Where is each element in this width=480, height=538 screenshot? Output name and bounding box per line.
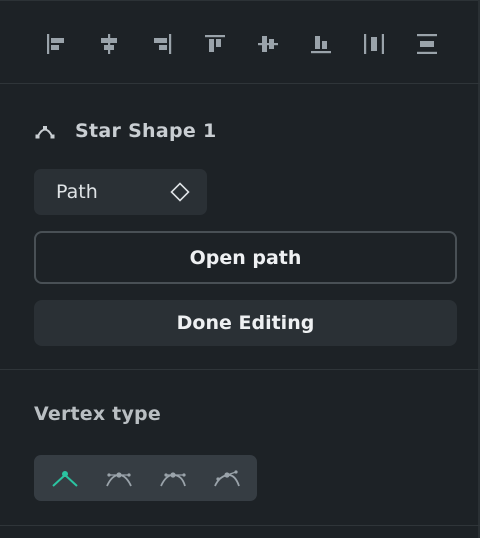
- vertex-disconnected-button[interactable]: [210, 464, 244, 492]
- path-node-icon: [34, 120, 56, 142]
- align-horizontal-center-icon: [101, 34, 117, 54]
- align-top-button[interactable]: [201, 30, 229, 58]
- divider: [0, 525, 480, 526]
- divider: [0, 83, 480, 84]
- vertex-asymmetric-icon: [160, 472, 186, 487]
- distribute-horizontal-button[interactable]: [360, 30, 388, 58]
- align-right-button[interactable]: [148, 30, 176, 58]
- vertex-mirrored-button[interactable]: [102, 464, 136, 492]
- align-top-icon: [205, 35, 225, 52]
- done-editing-button[interactable]: Done Editing: [34, 300, 457, 346]
- align-left-icon: [47, 34, 64, 54]
- open-path-button[interactable]: Open path: [34, 231, 457, 284]
- align-toolbar: [0, 0, 480, 84]
- vertex-type-selector: [34, 455, 257, 501]
- vertex-straight-button[interactable]: [48, 464, 82, 492]
- align-vertical-center-button[interactable]: [254, 30, 282, 58]
- distribute-vertical-icon: [417, 34, 437, 54]
- diamond-icon: [169, 181, 191, 203]
- shape-title: Star Shape 1: [75, 120, 217, 142]
- align-bottom-button[interactable]: [307, 30, 335, 58]
- path-select[interactable]: Path: [34, 169, 207, 215]
- vertex-type-label: Vertex type: [34, 403, 161, 425]
- align-right-icon: [154, 34, 172, 54]
- vertex-straight-icon: [52, 471, 78, 487]
- properties-panel: Star Shape 1 Path Open path Done Editing…: [0, 0, 480, 538]
- vertex-disconnected-icon: [214, 470, 240, 487]
- vertex-mirrored-icon: [106, 472, 132, 487]
- path-select-label: Path: [56, 181, 98, 203]
- shape-header: Star Shape 1: [34, 116, 217, 146]
- align-horizontal-center-button[interactable]: [95, 30, 123, 58]
- align-left-button[interactable]: [42, 30, 70, 58]
- divider: [0, 369, 480, 370]
- distribute-vertical-button[interactable]: [413, 30, 441, 58]
- align-bottom-icon: [311, 36, 331, 54]
- align-vertical-center-icon: [258, 36, 278, 52]
- distribute-horizontal-icon: [364, 34, 384, 54]
- vertex-asymmetric-button[interactable]: [156, 464, 190, 492]
